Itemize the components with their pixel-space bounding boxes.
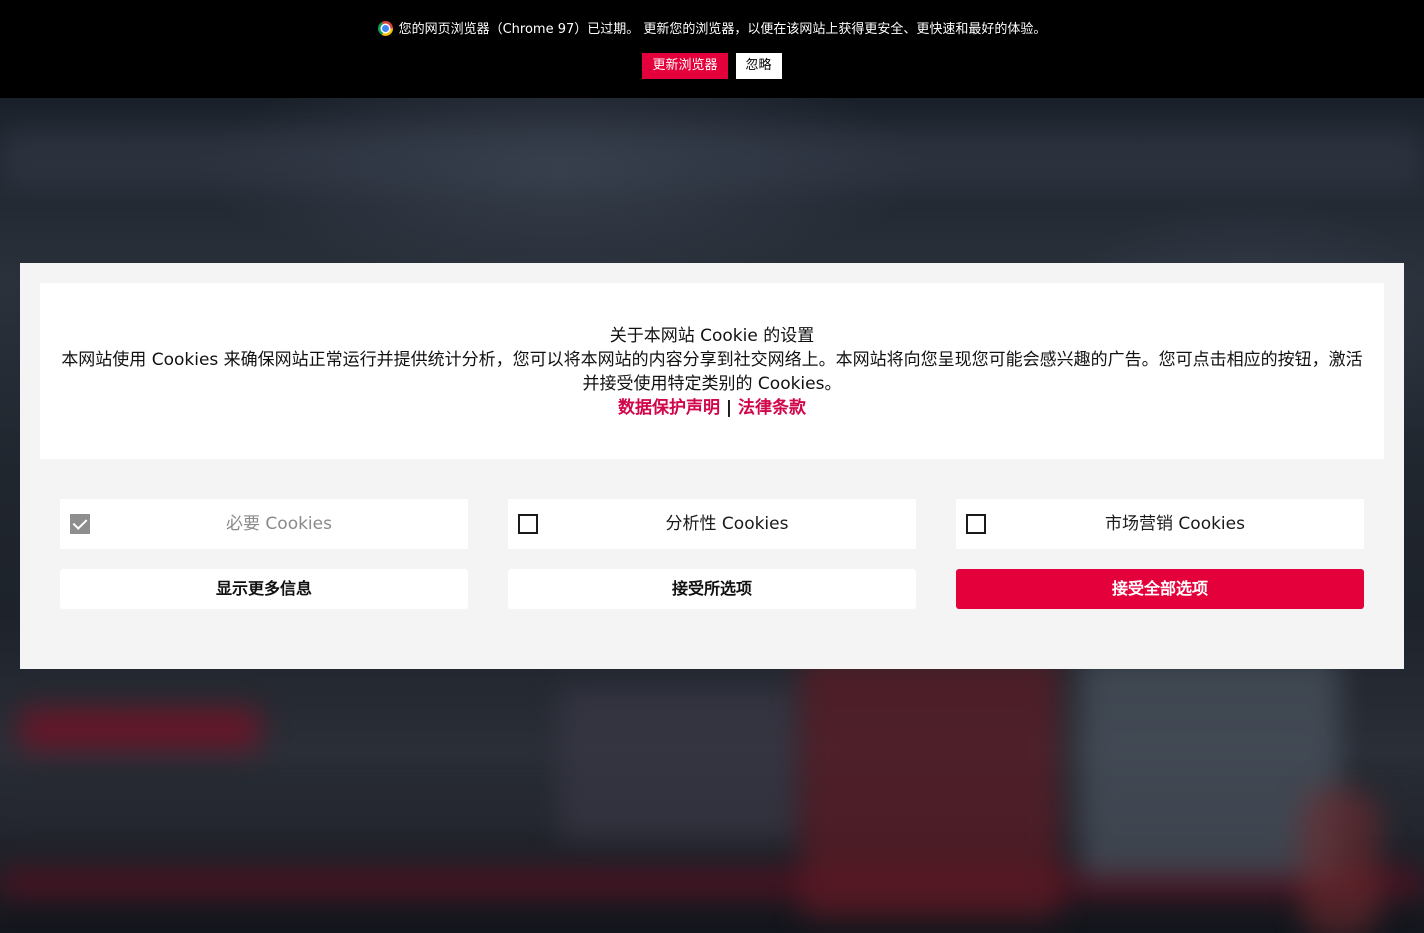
- update-message: 您的网页浏览器（Chrome 97）已过期。 更新您的浏览器，以便在该网站上获得…: [0, 20, 1424, 40]
- bg-red-button: [20, 708, 260, 750]
- cookie-links: 数据保护声明 | 法律条款: [60, 396, 1364, 420]
- bg-vehicle: [560, 688, 800, 838]
- legal-terms-link[interactable]: 法律条款: [738, 398, 806, 418]
- analytics-checkbox[interactable]: [518, 514, 538, 534]
- necessary-checkbox-checked-icon: [70, 514, 90, 534]
- update-browser-button[interactable]: 更新浏览器: [642, 53, 728, 79]
- cookie-description: 本网站使用 Cookies 来确保网站正常运行并提供统计分析，您可以将本网站的内…: [61, 350, 1363, 394]
- ignore-button[interactable]: 忽略: [735, 53, 782, 79]
- cookie-consent-dialog: 关于本网站 Cookie 的设置 本网站使用 Cookies 来确保网站正常运行…: [20, 263, 1404, 669]
- cookie-title: 关于本网站 Cookie 的设置: [609, 326, 815, 346]
- cookie-info-text: 关于本网站 Cookie 的设置 本网站使用 Cookies 来确保网站正常运行…: [60, 324, 1364, 420]
- update-message-text: 您的网页浏览器（Chrome 97）已过期。 更新您的浏览器，以便在该网站上获得…: [398, 22, 1047, 37]
- accept-all-button[interactable]: 接受全部选项: [956, 569, 1364, 609]
- bg-sky: [0, 128, 1424, 188]
- privacy-statement-link[interactable]: 数据保护声明: [618, 398, 720, 418]
- link-separator: |: [725, 398, 733, 418]
- show-more-info-button[interactable]: 显示更多信息: [60, 569, 468, 609]
- option-necessary-cookies: 必要 Cookies: [60, 499, 468, 549]
- bg-truck: [800, 658, 1060, 918]
- chrome-icon: [377, 21, 393, 36]
- option-marketing-cookies[interactable]: 市场营销 Cookies: [956, 499, 1364, 549]
- bg-person: [1300, 788, 1380, 933]
- analytics-cookies-label[interactable]: 分析性 Cookies: [538, 499, 916, 549]
- marketing-checkbox[interactable]: [966, 514, 986, 534]
- cookie-info-panel: 关于本网站 Cookie 的设置 本网站使用 Cookies 来确保网站正常运行…: [40, 283, 1384, 459]
- accept-selected-button[interactable]: 接受所选项: [508, 569, 916, 609]
- browser-update-bar: 您的网页浏览器（Chrome 97）已过期。 更新您的浏览器，以便在该网站上获得…: [0, 0, 1424, 98]
- marketing-cookies-label[interactable]: 市场营销 Cookies: [986, 499, 1364, 549]
- necessary-cookies-label: 必要 Cookies: [226, 514, 332, 534]
- option-analytics-cookies[interactable]: 分析性 Cookies: [508, 499, 916, 549]
- update-buttons: 更新浏览器 忽略: [0, 53, 1424, 79]
